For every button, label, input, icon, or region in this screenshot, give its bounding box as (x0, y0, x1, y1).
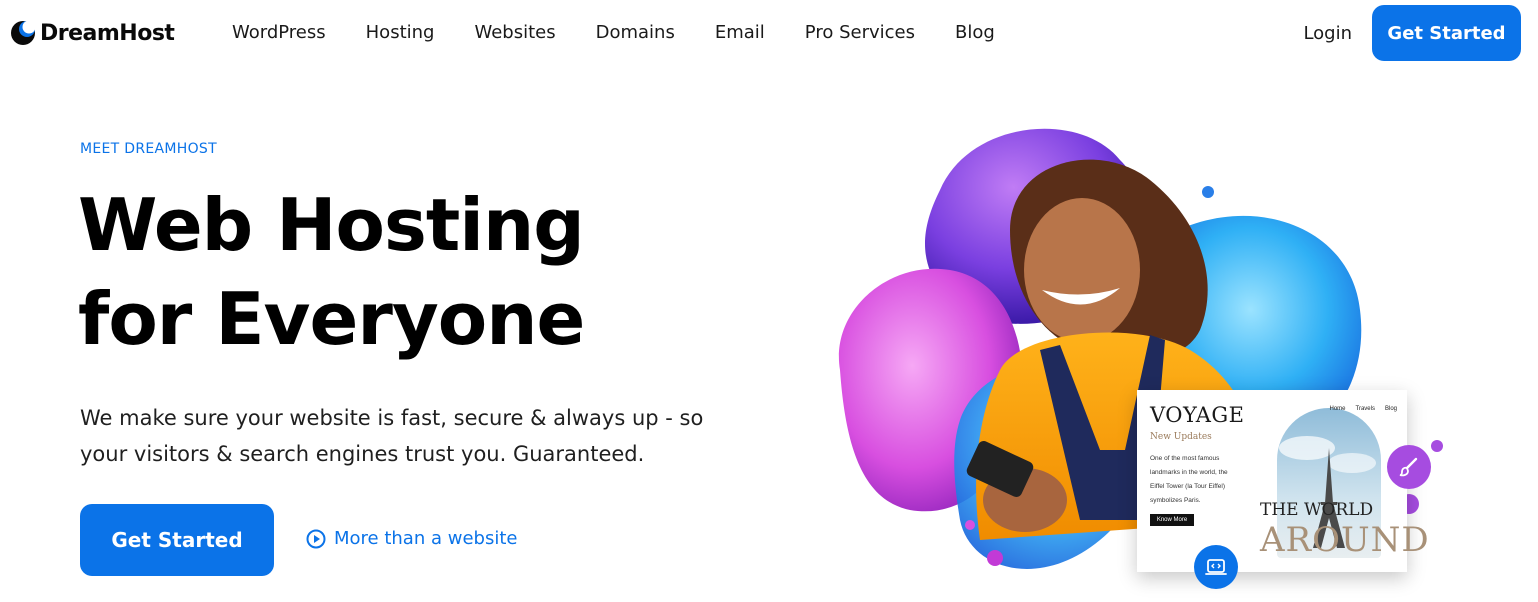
hero-headline: Web Hosting for Everyone (78, 178, 778, 366)
hero-get-started-button[interactable]: Get Started (80, 504, 274, 576)
hero-subcopy: We make sure your website is fast, secur… (80, 406, 704, 466)
nav-get-started-button[interactable]: Get Started (1372, 5, 1521, 61)
nav-item-hosting[interactable]: Hosting (366, 22, 435, 43)
more-than-a-website-label: More than a website (334, 528, 518, 549)
play-circle-icon (306, 529, 326, 548)
top-navigation: DreamHost WordPress Hosting Websites Dom… (0, 0, 1538, 66)
preview-nav-blog: Blog (1384, 406, 1397, 412)
dreamhost-moon-icon (11, 20, 36, 45)
nav-item-blog[interactable]: Blog (955, 22, 995, 43)
preview-title: VOYAGE (1150, 403, 1245, 427)
preview-nav-home: Home (1329, 406, 1346, 412)
hero-headline-line2: for Everyone (78, 277, 585, 361)
preview-subtitle: New Updates (1150, 432, 1212, 442)
preview-headline-top: THE WORLD (1260, 500, 1374, 520)
nav-actions: Login Get Started (1303, 5, 1521, 61)
dreamhost-logo[interactable]: DreamHost (10, 20, 175, 46)
code-icon (1205, 559, 1227, 575)
nav-item-websites[interactable]: Websites (474, 22, 555, 43)
paintbrush-badge (1387, 445, 1431, 489)
preview-body: One of the most famous landmarks in the … (1150, 455, 1228, 504)
primary-nav: WordPress Hosting Websites Domains Email… (232, 22, 1035, 43)
hero-headline-line1: Web Hosting (78, 183, 585, 267)
preview-nav: Home Travels Blog (1330, 406, 1397, 412)
code-badge (1194, 545, 1238, 589)
nav-item-pro-services[interactable]: Pro Services (805, 22, 915, 43)
logo-wordmark: DreamHost (40, 20, 175, 46)
preview-know-more-button: Know More (1150, 514, 1194, 526)
preview-nav-travels: Travels (1355, 406, 1375, 412)
nav-item-wordpress[interactable]: WordPress (232, 22, 326, 43)
nav-item-email[interactable]: Email (715, 22, 765, 43)
website-preview-card: VOYAGE New Updates One of the most famou… (1137, 390, 1429, 572)
preview-headline-bottom: AROUND (1260, 520, 1430, 560)
login-link[interactable]: Login (1303, 23, 1352, 44)
more-than-a-website-link[interactable]: More than a website (306, 528, 517, 549)
hero-eyebrow: MEET DREAMHOST (80, 141, 217, 157)
paintbrush-icon (1399, 457, 1418, 477)
nav-item-domains[interactable]: Domains (596, 22, 675, 43)
